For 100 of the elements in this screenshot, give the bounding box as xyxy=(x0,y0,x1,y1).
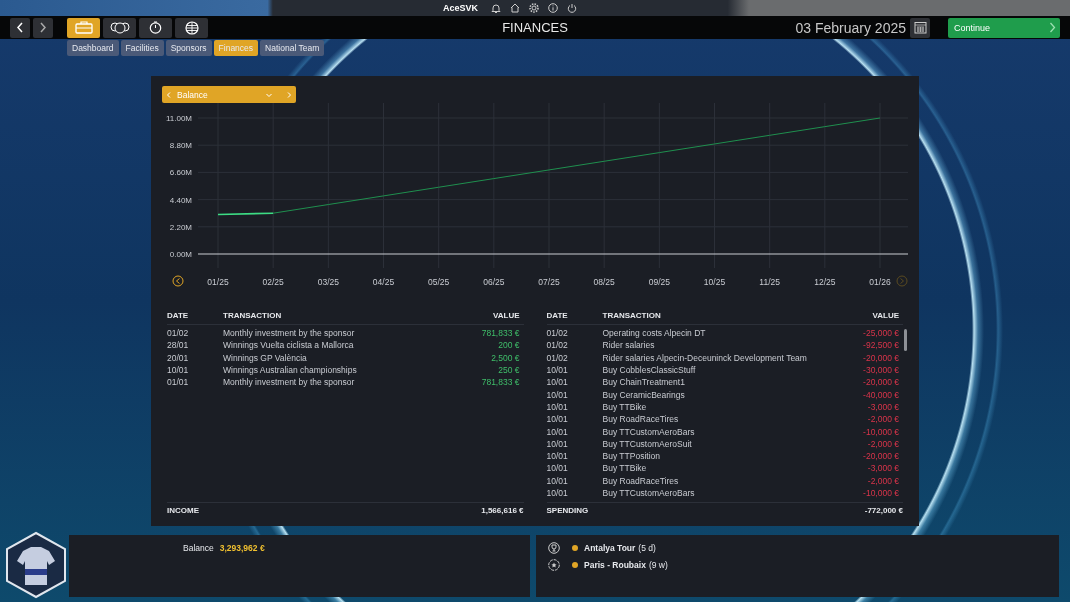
x-axis-label: 11/25 xyxy=(759,277,780,287)
tab[interactable]: Dashboard xyxy=(67,40,119,56)
home-icon[interactable] xyxy=(510,3,520,13)
date-cell-text: 20/01 xyxy=(167,352,190,363)
value-cell-text: -92,500 € xyxy=(862,340,900,351)
value-cell-text: -25,000 € xyxy=(862,328,900,339)
briefcase-icon xyxy=(74,21,93,34)
value-cell-text: -2,000 € xyxy=(866,475,900,486)
tab[interactable]: Facilities xyxy=(120,40,164,56)
transaction-cell-text: Buy CobblesClassicStuff xyxy=(602,365,697,376)
settings-icon[interactable] xyxy=(529,3,539,13)
date-cell-text: 10/01 xyxy=(546,475,569,486)
value-cell-text: -20,000 € xyxy=(862,451,900,462)
transaction-cell-text: Buy ChainTreatment1 xyxy=(602,377,686,388)
current-date: 03 February 2025 xyxy=(795,19,906,36)
trophy-icon xyxy=(548,541,560,554)
previous-button[interactable] xyxy=(172,275,184,287)
calendar-icon xyxy=(913,21,927,34)
section-button[interactable] xyxy=(139,17,172,38)
x-axis-label: 01/25 xyxy=(207,277,229,287)
x-axis-label: 07/25 xyxy=(538,277,560,287)
x-axis-label: 09/25 xyxy=(648,277,670,287)
transaction-cell-text: Buy CeramicBearings xyxy=(602,389,686,400)
x-axis-label: 12/25 xyxy=(814,277,836,287)
date-cell-text: 10/01 xyxy=(546,414,569,425)
transaction-cell-text: Buy TTBike xyxy=(602,463,648,474)
section-button[interactable] xyxy=(175,17,208,38)
transaction-cell-text: Operating costs Alpecin DT xyxy=(602,328,707,339)
transaction-cell-text: Monthly investment by the sponsor xyxy=(223,328,356,339)
column-header: VALUE xyxy=(871,310,900,320)
spending-total: -772,000 € xyxy=(864,506,903,517)
back-button[interactable] xyxy=(10,17,30,38)
tab[interactable]: National Team xyxy=(260,40,325,56)
calendar-button[interactable] xyxy=(910,17,930,38)
y-axis-label: 0.00M xyxy=(169,250,192,259)
column-header: DATE xyxy=(167,310,190,320)
date-cell-text: 10/01 xyxy=(546,401,569,412)
transaction-cell-text: Buy RoadRaceTires xyxy=(602,414,680,425)
bell-icon[interactable] xyxy=(491,3,501,13)
value-cell-text: 200 € xyxy=(497,340,521,351)
transaction-cell-text: Rider salaries xyxy=(602,340,656,351)
info-icon[interactable] xyxy=(548,3,558,13)
transaction-cell-text: Buy RoadRaceTires xyxy=(602,475,680,486)
globe-icon xyxy=(184,20,199,35)
jersey-avatar xyxy=(3,531,69,599)
chevron-right-icon xyxy=(39,22,47,33)
forward-button[interactable] xyxy=(33,17,53,38)
x-axis-label: 01/26 xyxy=(869,277,891,287)
page-title: FINANCES xyxy=(502,20,568,35)
date-cell-text: 10/01 xyxy=(546,365,569,376)
power-icon[interactable] xyxy=(567,3,577,13)
status-dot xyxy=(572,561,578,568)
selector-value: Balance xyxy=(177,89,209,100)
spending-label: SPENDING xyxy=(546,506,589,517)
value-cell-text: -3,000 € xyxy=(866,463,900,474)
value-cell-text: 781,833 € xyxy=(480,377,521,388)
scrollbar-thumb[interactable] xyxy=(904,329,907,351)
transaction-cell-text: Buy TTCustomAeroBars xyxy=(602,426,696,437)
date-cell-text: 01/01 xyxy=(167,377,190,388)
section-button[interactable] xyxy=(103,17,136,38)
value-cell-text: -30,000 € xyxy=(862,365,900,376)
date-cell-text: 10/01 xyxy=(546,438,569,449)
section-button[interactable] xyxy=(67,17,100,38)
date-cell-text: 10/01 xyxy=(546,463,569,474)
column-header: TRANSACTION xyxy=(602,310,662,320)
transaction-cell-text: Winnings Vuelta ciclista a Mallorca xyxy=(223,340,355,351)
chevron-left-icon xyxy=(16,22,24,33)
x-axis-label: 10/25 xyxy=(703,277,726,287)
value-cell-text: -20,000 € xyxy=(862,352,900,363)
balance-label: Balance xyxy=(183,543,214,553)
date-cell-text: 10/01 xyxy=(546,488,569,498)
date-cell-text: 01/02 xyxy=(167,328,190,339)
chevron-right-icon xyxy=(285,90,293,99)
chevron-left-icon xyxy=(165,90,173,99)
x-axis-label: 08/25 xyxy=(593,277,615,287)
date-cell-text: 01/02 xyxy=(546,340,569,351)
value-cell-text: 2,500 € xyxy=(490,352,521,363)
column-header: TRANSACTION xyxy=(223,310,283,320)
value-cell-text: -3,000 € xyxy=(866,401,900,412)
status-dot xyxy=(572,544,578,551)
continue-button[interactable]: Continue xyxy=(948,17,1060,38)
tab[interactable]: Sponsors xyxy=(165,40,212,56)
transaction-cell-text: Buy TTBike xyxy=(602,401,648,412)
user-name: AceSVK xyxy=(443,3,478,13)
balance-value: 3,293,962 € xyxy=(219,543,265,553)
income-label: INCOME xyxy=(167,506,199,517)
transaction-cell-text: Winnings Australian championships xyxy=(223,365,358,376)
date-cell-text: 10/01 xyxy=(546,377,569,388)
x-axis-label: 02/25 xyxy=(262,277,284,287)
transaction-cell-text: Rider salaries Alpecin-Deceuninck Development Team xyxy=(602,352,808,363)
column-header: DATE xyxy=(546,310,569,320)
transaction-cell-text: Monthly investment by the sponsor xyxy=(223,377,356,388)
column-header: VALUE xyxy=(491,310,521,320)
value-cell-text: -10,000 € xyxy=(862,488,900,498)
y-axis-label: 11.00M xyxy=(165,114,192,123)
race-name: Paris - Roubaix xyxy=(584,559,646,570)
x-axis-label: 06/25 xyxy=(483,277,505,287)
x-axis-label: 03/25 xyxy=(317,277,339,287)
x-axis-label: 05/25 xyxy=(428,277,450,287)
transaction-cell-text: Buy TTCustomAeroBars xyxy=(602,488,696,498)
